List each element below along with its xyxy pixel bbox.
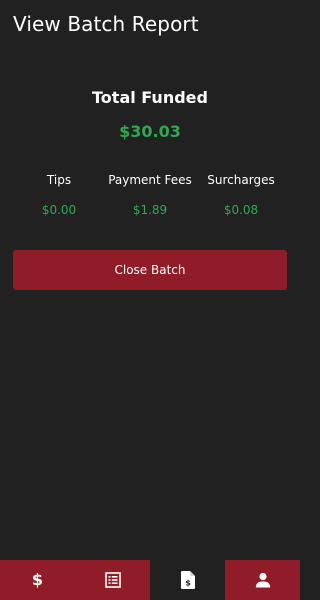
stat-tips-value: $0.00	[41, 203, 77, 217]
invoice-icon: $	[178, 570, 198, 590]
stat-tips: Tips $0.00	[9, 172, 109, 218]
svg-text:$: $	[185, 579, 191, 588]
dollar-glyph: $	[31, 570, 44, 589]
page-title: View Batch Report	[13, 12, 199, 36]
total-funded-value: $30.03	[119, 122, 181, 141]
stat-tips-label: Tips	[46, 173, 72, 187]
stat-payment-fees: Payment Fees $1.89	[100, 172, 200, 218]
stat-payment-fees-label: Payment Fees	[108, 173, 192, 187]
stat-payment-fees-value: $1.89	[132, 203, 168, 217]
nav-tab-account[interactable]	[225, 560, 300, 600]
list-icon	[103, 570, 123, 590]
stat-surcharges: Surcharges $0.08	[191, 172, 291, 218]
close-batch-button[interactable]: Close Batch	[13, 250, 287, 290]
nav-tab-payments[interactable]: $	[0, 560, 75, 600]
stat-surcharges-label: Surcharges	[207, 173, 275, 187]
bottom-nav: $ $	[0, 560, 300, 600]
nav-tab-batch-report[interactable]: $	[150, 560, 225, 600]
nav-tab-transactions[interactable]	[75, 560, 150, 600]
batch-report-screen: View Batch Report Total Funded $30.03 Ti…	[0, 0, 300, 600]
total-funded-label: Total Funded	[92, 88, 208, 107]
stat-surcharges-value: $0.08	[223, 203, 259, 217]
user-icon	[253, 570, 273, 590]
dollar-icon: $	[28, 570, 48, 590]
